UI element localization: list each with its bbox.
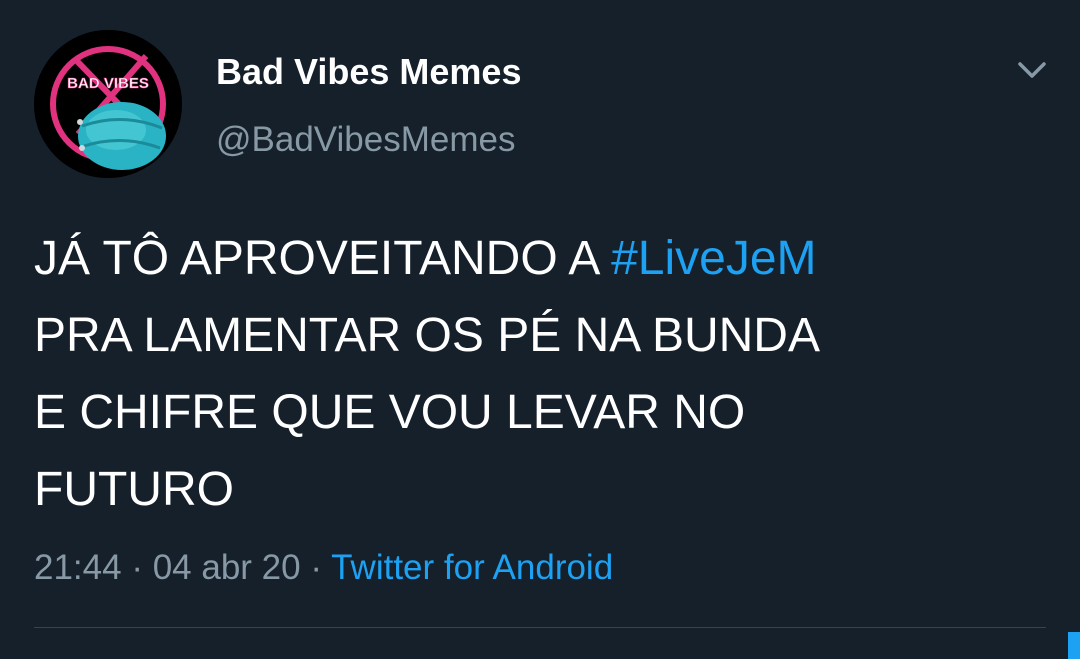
meta-separator: · bbox=[131, 548, 143, 587]
tweet-text-line: PRA LAMENTAR OS PÉ NA BUNDA bbox=[34, 309, 820, 362]
tweet-date[interactable]: 04 abr 20 bbox=[153, 548, 301, 587]
avatar-logo-text: BAD VIBES bbox=[67, 75, 149, 92]
tweet-text-segment: JÁ TÔ APROVEITANDO A bbox=[34, 232, 612, 285]
avatar-image: BAD VIBES bbox=[34, 30, 182, 178]
tweet-metadata: 21:44 · 04 abr 20 · Twitter for Android bbox=[34, 546, 613, 590]
divider bbox=[34, 627, 1046, 628]
scroll-indicator bbox=[1068, 632, 1080, 659]
tweet-time[interactable]: 21:44 bbox=[34, 548, 122, 587]
tweet-text-line: JÁ TÔ APROVEITANDO A #LiveJeM bbox=[34, 220, 1044, 297]
author-display-name[interactable]: Bad Vibes Memes bbox=[216, 50, 521, 94]
hashtag-link[interactable]: #LiveJeM bbox=[611, 232, 816, 285]
tweet-detail: BAD VIBES Bad Vibes Memes @BadVibesMemes… bbox=[0, 0, 1080, 659]
tweet-text: JÁ TÔ APROVEITANDO A #LiveJeM PRA LAMENT… bbox=[34, 220, 1044, 528]
avatar[interactable]: BAD VIBES bbox=[34, 30, 182, 178]
tweet-text-line: FUTURO bbox=[34, 463, 234, 516]
meta-separator: · bbox=[310, 548, 323, 587]
tweet-text-line: E CHIFRE QUE VOU LEVAR NO bbox=[34, 386, 746, 439]
tweet-source-link[interactable]: Twitter for Android bbox=[331, 548, 613, 587]
author-handle[interactable]: @BadVibesMemes bbox=[216, 118, 515, 162]
chevron-down-icon[interactable] bbox=[1010, 56, 1054, 86]
